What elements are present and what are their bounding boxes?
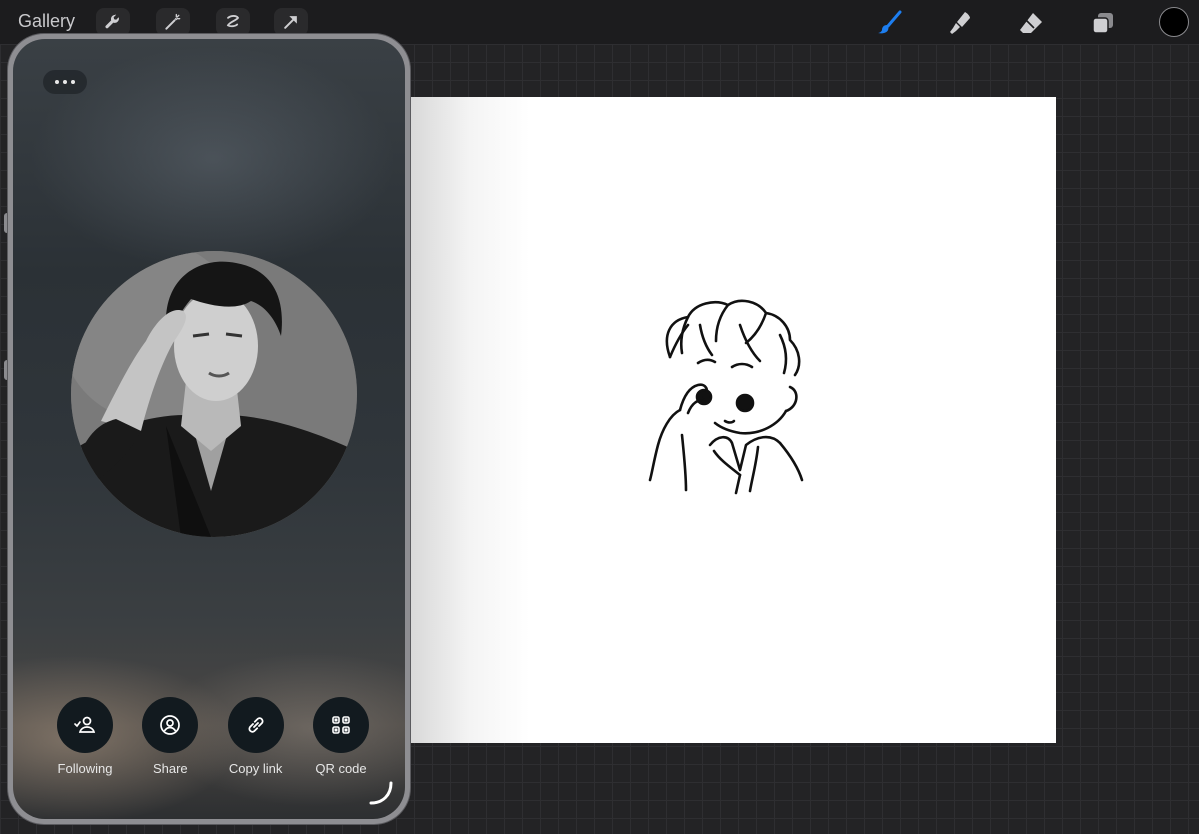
eraser-icon[interactable] — [1014, 6, 1048, 40]
smudge-icon[interactable] — [943, 6, 977, 40]
magic-wand-icon[interactable] — [156, 8, 190, 36]
brush-icon[interactable] — [873, 6, 907, 40]
transform-arrow-icon[interactable] — [274, 8, 308, 36]
gallery-link[interactable]: Gallery — [18, 11, 75, 32]
overlay-screen: Following Share Copy link QR code — [13, 39, 405, 819]
ellipsis-icon — [55, 80, 59, 84]
portrait-photo — [71, 251, 357, 537]
profile-avatar[interactable] — [71, 251, 357, 537]
share-button[interactable]: Share — [128, 697, 212, 776]
qr-code-label: QR code — [315, 761, 367, 776]
profile-share-overlay: Following Share Copy link QR code — [8, 34, 410, 824]
selection-icon[interactable] — [216, 8, 250, 36]
copy-link-label: Copy link — [228, 761, 283, 776]
following-label: Following — [57, 761, 113, 776]
person-check-icon — [74, 716, 96, 733]
share-label: Share — [152, 761, 188, 776]
qr-code-button[interactable]: QR code — [299, 697, 383, 776]
copy-link-button[interactable]: Copy link — [214, 697, 298, 776]
link-icon — [248, 717, 264, 733]
color-picker-button[interactable] — [1159, 7, 1189, 37]
wrench-icon[interactable] — [96, 8, 130, 36]
chibi-sketch — [648, 299, 804, 495]
qr-code-icon — [332, 716, 350, 734]
resize-handle-icon[interactable] — [367, 779, 395, 807]
layers-icon[interactable] — [1086, 6, 1120, 40]
following-button[interactable]: Following — [43, 697, 127, 776]
drawing-canvas[interactable] — [410, 97, 1056, 743]
person-circle-icon — [160, 715, 181, 735]
more-options-button[interactable] — [43, 70, 87, 94]
share-actions: Following Share Copy link QR code — [43, 697, 383, 776]
